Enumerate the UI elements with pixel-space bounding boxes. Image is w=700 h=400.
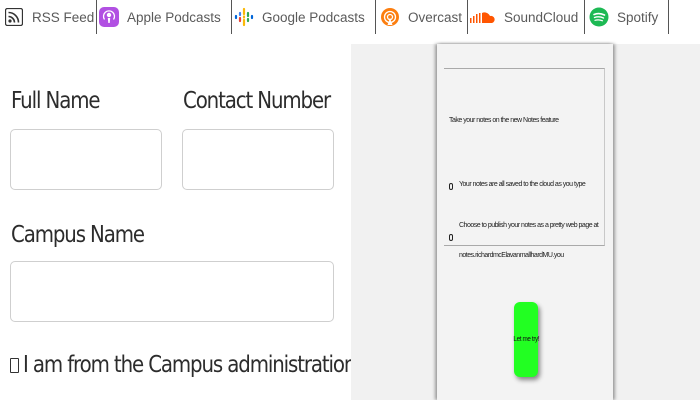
google-podcasts-link[interactable]: Google Podcasts: [234, 0, 376, 34]
soundcloud-link[interactable]: SoundCloud: [470, 0, 585, 34]
apple-podcasts-label: Apple Podcasts: [127, 9, 221, 25]
preview-bullet-2-line-2: notes.richardmcElavanmallhardMU.you: [459, 252, 564, 259]
apple-podcasts-link[interactable]: Apple Podcasts: [99, 0, 232, 34]
notes-preview-card: Take your notes on the new Notes feature…: [437, 44, 613, 400]
notes-preview-panel: Take your notes on the new Notes feature…: [351, 44, 700, 400]
let-me-try-button[interactable]: Let me try!: [513, 302, 539, 377]
spotify-label: Spotify: [617, 9, 659, 25]
spotify-icon: [589, 7, 609, 27]
soundcloud-label: SoundCloud: [504, 9, 579, 25]
rss-icon: [4, 7, 24, 27]
contact-number-label: Contact Number: [183, 88, 331, 114]
admin-team-checkbox[interactable]: [10, 357, 19, 373]
full-name-input[interactable]: [10, 129, 162, 190]
preview-bullet-1: Your notes are all saved to the cloud as…: [459, 181, 586, 188]
rss-feed-link[interactable]: RSS Feed: [4, 0, 97, 34]
campus-name-input[interactable]: [10, 261, 334, 322]
notes-preview-frame: [444, 68, 605, 246]
bullet-icon: [449, 183, 453, 190]
preview-bullet-2-line-1: Choose to publish your notes as a pretty…: [459, 222, 599, 229]
podcast-links-bar: RSS Feed Apple Podcasts Google Podcasts …: [0, 0, 700, 34]
overcast-label: Overcast: [408, 9, 463, 25]
overcast-icon: [380, 7, 400, 27]
bullet-icon: [449, 234, 453, 241]
admin-team-checkbox-label: I am from the Campus administration team: [23, 352, 408, 378]
apple-podcasts-icon: [99, 7, 119, 27]
campus-name-label: Campus Name: [11, 222, 145, 248]
rss-feed-label: RSS Feed: [32, 9, 95, 25]
google-podcasts-icon: [234, 7, 254, 27]
google-podcasts-label: Google Podcasts: [262, 9, 365, 25]
soundcloud-icon: [470, 7, 496, 27]
full-name-label: Full Name: [11, 88, 101, 114]
spotify-link[interactable]: Spotify: [589, 0, 669, 34]
overcast-link[interactable]: Overcast: [380, 0, 468, 34]
contact-number-input[interactable]: [182, 129, 334, 190]
preview-intro-text: Take your notes on the new Notes feature: [449, 117, 559, 124]
let-me-try-label: Let me try!: [513, 336, 539, 343]
